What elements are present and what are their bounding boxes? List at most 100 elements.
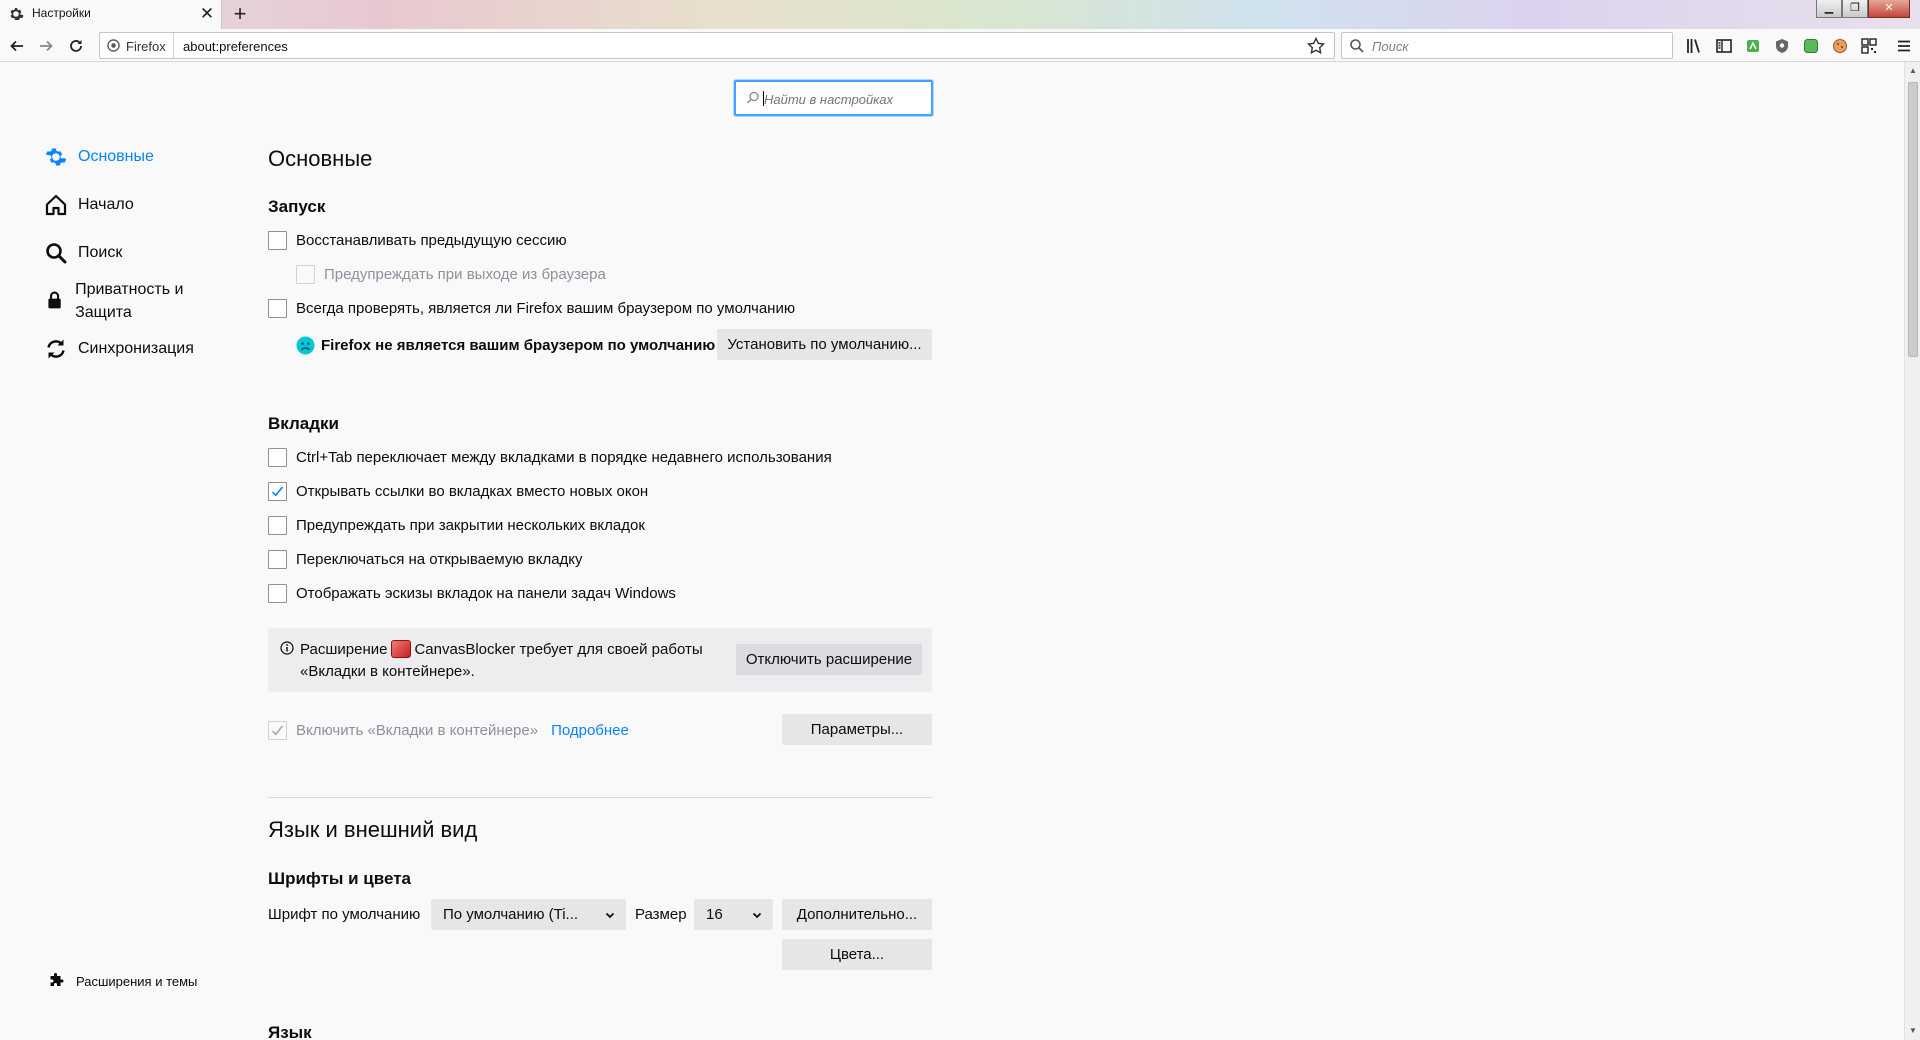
warn-on-quit-checkbox: [296, 264, 315, 284]
switch-to-new-tab-option[interactable]: Переключаться на открываемую вкладку: [268, 548, 583, 570]
ctrl-tab-option[interactable]: Ctrl+Tab переключает между вкладками в п…: [268, 446, 832, 468]
check-default-option[interactable]: Всегда проверять, является ли Firefox ва…: [268, 297, 795, 319]
reload-button[interactable]: [63, 33, 89, 59]
back-button[interactable]: [4, 33, 30, 59]
default-font-select[interactable]: По умолчанию (Ti...: [431, 899, 626, 930]
sidebar-item-privacy[interactable]: Приватность и Защита: [44, 278, 224, 324]
disable-extension-button[interactable]: Отключить расширение: [736, 644, 922, 675]
restore-session-checkbox[interactable]: [268, 230, 287, 250]
open-links-in-tabs-checkbox[interactable]: [268, 481, 287, 501]
page-scrollbar[interactable]: ▲ ▼: [1904, 62, 1920, 1040]
search-icon: [46, 243, 67, 264]
learn-more-link[interactable]: Подробнее: [551, 722, 629, 739]
sync-icon: [47, 339, 65, 359]
language-appearance-title: Язык и внешний вид: [268, 817, 478, 842]
ctrl-tab-checkbox[interactable]: [268, 447, 287, 467]
chevron-down-icon: [605, 912, 615, 919]
bookmark-star-icon[interactable]: [1306, 36, 1326, 56]
chevron-down-icon: [752, 912, 762, 919]
notice-extension-text: CanvasBlocker требует для своей работы: [414, 640, 703, 658]
sidebar-item-label: Приватность и Защита: [75, 281, 184, 321]
identity-label: Firefox: [126, 39, 166, 54]
sidebar-item-label: Основные: [78, 148, 154, 165]
navigation-toolbar: Firefox about:preferences Поиск: [0, 29, 1920, 62]
default-font-label: Шрифт по умолчанию: [268, 906, 421, 923]
preferences-search-input[interactable]: [764, 90, 924, 108]
sidebar-item-general[interactable]: Основные: [44, 145, 154, 169]
canvasblocker-icon: [391, 640, 412, 658]
minimize-button[interactable]: ▁: [1816, 0, 1842, 18]
warn-on-quit-label: Предупреждать при выходе из браузера: [324, 265, 606, 283]
checkmark-icon: [271, 485, 284, 497]
tab-strip: Настройки ✕ + ▁ ❐ ✕: [0, 0, 1920, 29]
green-square-extension-icon[interactable]: [1802, 37, 1820, 55]
sidebar-item-label: Поиск: [78, 244, 123, 261]
switch-to-new-tab-checkbox[interactable]: [268, 549, 287, 569]
sidebar-item-home[interactable]: Начало: [44, 193, 134, 217]
show-tab-previews-label[interactable]: Отображать эскизы вкладок на панели зада…: [296, 585, 676, 602]
qr-code-icon[interactable]: [1860, 37, 1878, 55]
notice-prefix: Расширение: [300, 640, 388, 658]
restore-session-label[interactable]: Восстанавливать предыдущую сессию: [296, 232, 567, 249]
restore-button[interactable]: ❐: [1842, 0, 1868, 18]
close-window-button[interactable]: ✕: [1868, 0, 1910, 18]
font-size-select[interactable]: 16: [694, 899, 773, 930]
puzzle-icon: [50, 973, 64, 986]
colors-button[interactable]: Цвета...: [782, 939, 932, 970]
new-tab-button[interactable]: +: [228, 2, 252, 26]
url-text[interactable]: about:preferences: [183, 39, 288, 54]
addons-and-themes-link[interactable]: Расширения и темы: [48, 973, 197, 989]
font-size-value: 16: [706, 906, 723, 923]
addons-label: Расширения и темы: [76, 973, 198, 989]
arrow-left-icon: [10, 40, 23, 52]
web-search-bar[interactable]: Поиск: [1341, 32, 1673, 59]
close-tab-button[interactable]: ✕: [198, 5, 216, 23]
check-default-checkbox[interactable]: [268, 298, 287, 318]
switch-to-new-tab-label[interactable]: Переключаться на открываемую вкладку: [296, 551, 583, 568]
cookie-extension-icon[interactable]: [1831, 37, 1849, 55]
url-bar[interactable]: Firefox about:preferences: [99, 32, 1335, 59]
web-search-placeholder: Поиск: [1372, 39, 1409, 54]
scrollbar-thumb[interactable]: [1908, 82, 1918, 357]
not-default-message: Firefox не является вашим браузером по у…: [321, 336, 716, 354]
preferences-search-field[interactable]: [734, 80, 933, 116]
sidebar-item-sync[interactable]: Синхронизация: [44, 337, 194, 361]
ctrl-tab-label[interactable]: Ctrl+Tab переключает между вкладками в п…: [296, 449, 832, 466]
gear-icon: [8, 6, 24, 22]
open-links-in-tabs-option[interactable]: Открывать ссылки во вкладках вместо новы…: [268, 480, 648, 502]
warn-close-multiple-option[interactable]: Предупреждать при закрытии нескольких вк…: [268, 514, 645, 536]
check-default-label[interactable]: Всегда проверять, является ли Firefox ва…: [296, 300, 795, 317]
home-icon: [45, 194, 67, 216]
library-icon[interactable]: [1685, 37, 1703, 55]
shield-extension-icon[interactable]: [1773, 37, 1791, 55]
lock-icon: [48, 291, 61, 309]
startup-heading: Запуск: [268, 197, 326, 216]
restore-session-option[interactable]: Восстанавливать предыдущую сессию: [268, 229, 567, 251]
warn-close-multiple-label[interactable]: Предупреждать при закрытии нескольких вк…: [296, 517, 645, 534]
sidebar-icon[interactable]: [1715, 37, 1733, 55]
default-browser-status: Firefox не является вашим браузером по у…: [296, 334, 715, 356]
reload-icon: [70, 40, 82, 52]
open-links-in-tabs-label[interactable]: Открывать ссылки во вкладках вместо новы…: [296, 483, 648, 500]
container-tabs-checkbox: [268, 720, 287, 740]
scroll-down-arrow[interactable]: ▼: [1908, 1026, 1918, 1036]
scroll-up-arrow[interactable]: ▲: [1908, 66, 1918, 76]
identity-box[interactable]: Firefox: [100, 33, 174, 58]
tab-settings[interactable]: Настройки ✕: [0, 0, 222, 29]
set-default-button[interactable]: Установить по умолчанию...: [717, 329, 932, 360]
sad-face-icon: [296, 336, 315, 354]
show-tab-previews-option[interactable]: Отображать эскизы вкладок на панели зада…: [268, 582, 676, 604]
page-title: Основные: [268, 146, 373, 171]
hamburger-menu-icon[interactable]: [1895, 37, 1913, 55]
notice-line-2: «Вкладки в контейнере».: [300, 663, 475, 680]
sidebar-item-label: Синхронизация: [78, 340, 194, 357]
warn-close-multiple-checkbox[interactable]: [268, 515, 287, 535]
extension-green-icon[interactable]: [1744, 37, 1762, 55]
show-tab-previews-checkbox[interactable]: [268, 583, 287, 603]
container-settings-button[interactable]: Параметры...: [782, 714, 932, 745]
sidebar-item-search[interactable]: Поиск: [44, 241, 122, 265]
warn-on-quit-option: Предупреждать при выходе из браузера: [296, 263, 606, 285]
forward-button[interactable]: [33, 33, 59, 59]
fonts-advanced-button[interactable]: Дополнительно...: [782, 899, 932, 930]
extension-controlled-notice: Расширение CanvasBlocker требует для сво…: [268, 628, 932, 692]
